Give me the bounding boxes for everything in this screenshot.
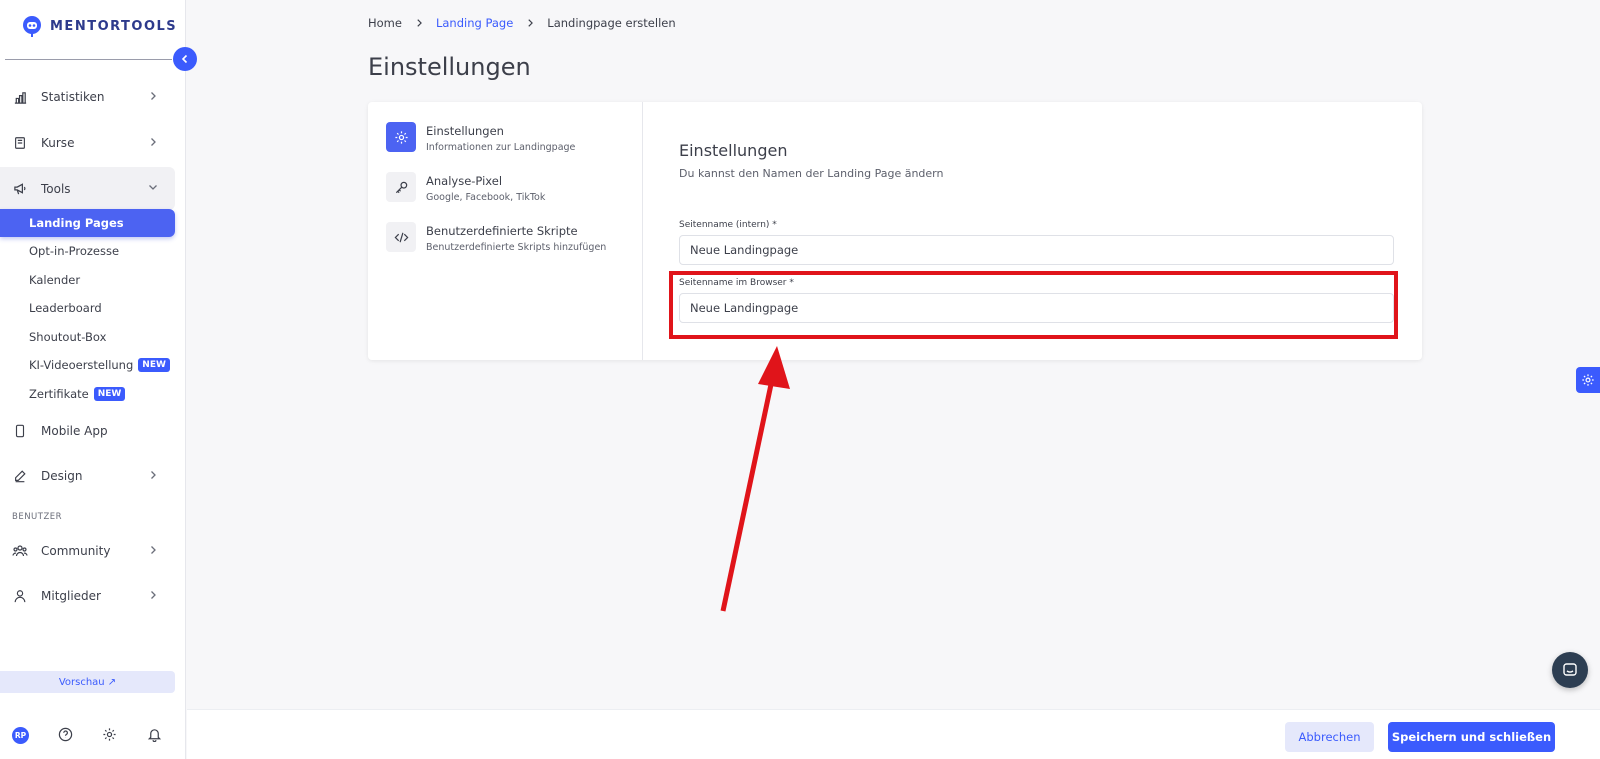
- step-subtitle: Informationen zur Landingpage: [426, 142, 576, 153]
- step-benutzerdefinierte-skripte[interactable]: Benutzerdefinierte Skripte Benutzerdefin…: [386, 222, 606, 253]
- section-label-benutzer: BENUTZER: [12, 512, 63, 522]
- brand-name: MENTORTOOLS: [50, 18, 178, 34]
- sidebar-subitem-shoutout-box[interactable]: Shoutout-Box: [0, 323, 175, 351]
- breadcrumb-current: Landingpage erstellen: [547, 16, 676, 30]
- chevron-down-icon: [147, 181, 159, 193]
- chevron-right-icon: [525, 18, 535, 28]
- form-title: Einstellungen: [679, 141, 788, 160]
- step-einstellungen[interactable]: Einstellungen Informationen zur Landingp…: [386, 122, 575, 153]
- step-subtitle: Benutzerdefinierte Skripts hinzufügen: [426, 242, 607, 253]
- bar-chart-icon: [12, 89, 28, 105]
- sidebar-item-label: Tools: [41, 181, 71, 196]
- sidebar-subitem-leaderboard[interactable]: Leaderboard: [0, 294, 175, 322]
- gear-icon[interactable]: [102, 727, 117, 742]
- sidebar-subitem-ki-videoerstellung[interactable]: KI-Videoerstellung NEW: [0, 351, 175, 379]
- megaphone-icon: [12, 181, 28, 197]
- sidebar-item-statistiken[interactable]: Statistiken: [0, 76, 175, 118]
- breadcrumb-home[interactable]: Home: [368, 16, 402, 30]
- step-title: Benutzerdefinierte Skripte: [426, 224, 578, 238]
- seitenname-browser-input[interactable]: [679, 293, 1394, 323]
- sidebar-subitem-landing-pages[interactable]: Landing Pages: [0, 209, 175, 237]
- new-badge: NEW: [93, 387, 126, 401]
- sidebar-item-label: Kurse: [41, 136, 75, 150]
- sidebar-item-design[interactable]: Design: [0, 455, 175, 497]
- sidebar-item-tools[interactable]: Tools: [0, 167, 175, 210]
- breadcrumb-landing-page[interactable]: Landing Page: [436, 16, 513, 30]
- divider: [5, 59, 172, 60]
- robot-logo-icon: [20, 14, 44, 38]
- chat-button[interactable]: [1552, 652, 1588, 688]
- sidebar-item-label: Statistiken: [41, 90, 105, 104]
- preview-button[interactable]: Vorschau ↗: [0, 671, 175, 693]
- page-title: Einstellungen: [368, 53, 531, 81]
- chevron-right-icon: [147, 589, 159, 601]
- sidebar-subitem-opt-in-prozesse[interactable]: Opt-in-Prozesse: [0, 237, 175, 265]
- chevron-right-icon: [147, 469, 159, 481]
- users-icon: [12, 543, 28, 559]
- step-title: Analyse-Pixel: [426, 174, 503, 188]
- sidebar: MENTORTOOLS Statistiken Kurse Tools Land…: [0, 0, 186, 759]
- key-icon: [386, 172, 416, 202]
- brand-logo[interactable]: MENTORTOOLS: [20, 14, 177, 38]
- seitenname-intern-input[interactable]: [679, 235, 1394, 265]
- sidebar-item-label: Design: [41, 469, 83, 483]
- divider: [642, 102, 643, 360]
- book-icon: [12, 135, 28, 151]
- chevron-right-icon: [414, 18, 424, 28]
- sidebar-item-mobile-app[interactable]: Mobile App: [0, 410, 175, 452]
- breadcrumb: Home Landing Page Landingpage erstellen: [368, 16, 676, 30]
- cancel-button[interactable]: Abbrechen: [1285, 722, 1374, 752]
- pencil-icon: [12, 468, 28, 484]
- gear-icon: [1581, 373, 1595, 387]
- sidebar-item-label: Mobile App: [41, 424, 108, 438]
- chevron-right-icon: [147, 90, 159, 102]
- sidebar-item-kurse[interactable]: Kurse: [0, 122, 175, 164]
- sidebar-subitem-kalender[interactable]: Kalender: [0, 266, 175, 294]
- sidebar-item-label: Mitglieder: [41, 589, 101, 603]
- floating-settings-button[interactable]: [1576, 367, 1600, 393]
- smartphone-icon: [12, 423, 28, 439]
- field-label-seitenname-intern: Seitenname (intern) *: [679, 220, 777, 230]
- new-badge: NEW: [138, 358, 170, 372]
- chevron-left-icon: [179, 53, 191, 65]
- chevron-right-icon: [147, 544, 159, 556]
- sidebar-subitem-label: Zertifikate: [29, 387, 89, 401]
- sidebar-subitem-label: KI-Videoerstellung: [29, 358, 134, 372]
- user-icon: [12, 588, 28, 604]
- sidebar-subitem-label: Leaderboard: [29, 301, 102, 315]
- chevron-right-icon: [147, 136, 159, 148]
- collapse-sidebar-button[interactable]: [173, 47, 197, 71]
- form-subtitle: Du kannst den Namen der Landing Page änd…: [679, 167, 944, 180]
- code-icon: [386, 222, 416, 252]
- bell-icon[interactable]: [147, 727, 162, 742]
- gear-icon: [386, 122, 416, 152]
- sidebar-item-label: Community: [41, 544, 111, 558]
- avatar[interactable]: RP: [12, 727, 29, 744]
- sidebar-subitem-label: Opt-in-Prozesse: [29, 244, 120, 258]
- sidebar-subitem-zertifikate[interactable]: Zertifikate NEW: [0, 380, 175, 408]
- step-subtitle: Google, Facebook, TikTok: [426, 192, 546, 203]
- help-icon[interactable]: [58, 727, 73, 742]
- save-and-close-button[interactable]: Speichern und schließen: [1388, 722, 1555, 752]
- step-title: Einstellungen: [426, 124, 504, 138]
- sidebar-subitem-label: Landing Pages: [29, 216, 124, 230]
- field-label-seitenname-browser: Seitenname im Browser *: [679, 278, 794, 288]
- chat-icon: [1562, 662, 1578, 678]
- settings-card: Einstellungen Informationen zur Landingp…: [368, 102, 1422, 360]
- sidebar-subitem-label: Kalender: [29, 273, 81, 287]
- sidebar-item-community[interactable]: Community: [0, 530, 175, 572]
- sidebar-item-mitglieder[interactable]: Mitglieder: [0, 575, 175, 617]
- sidebar-subitem-label: Shoutout-Box: [29, 330, 107, 344]
- step-analyse-pixel[interactable]: Analyse-Pixel Google, Facebook, TikTok: [386, 172, 545, 203]
